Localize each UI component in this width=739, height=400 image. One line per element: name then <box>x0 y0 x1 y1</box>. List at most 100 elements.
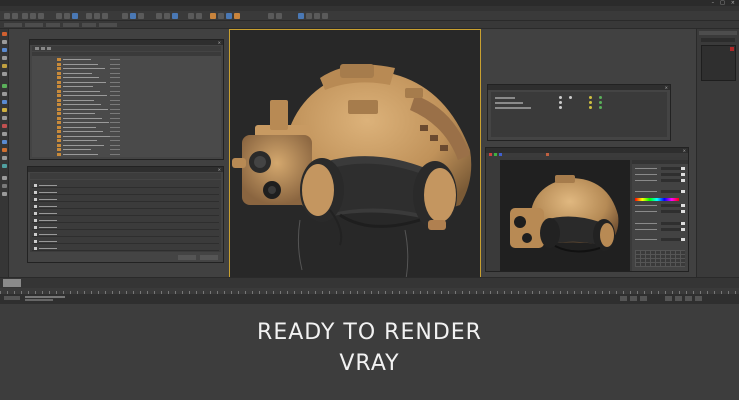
list-item[interactable] <box>495 97 515 99</box>
ribbon-tab[interactable] <box>25 23 43 27</box>
maximize-viewport-icon[interactable] <box>695 296 702 301</box>
file-icon[interactable] <box>57 80 61 84</box>
workspace-icon[interactable] <box>268 13 274 19</box>
list-item[interactable] <box>63 108 108 110</box>
vray-icon[interactable] <box>298 13 304 19</box>
geometry-icon[interactable] <box>2 140 7 144</box>
close-icon[interactable]: × <box>218 40 221 45</box>
undo-icon[interactable] <box>4 13 10 19</box>
ribbon-tab[interactable] <box>63 23 79 27</box>
list-item[interactable] <box>63 77 99 78</box>
align-icon[interactable] <box>164 13 170 19</box>
command-panel-tabs[interactable] <box>699 31 737 35</box>
display-none-icon[interactable] <box>2 92 7 96</box>
vray-lights-icon[interactable] <box>306 13 312 19</box>
file-icon[interactable] <box>57 134 61 138</box>
exposure-slider[interactable] <box>635 167 685 170</box>
file-icon[interactable] <box>57 85 61 88</box>
file-icon[interactable] <box>57 121 61 124</box>
material-editor-window[interactable]: × <box>487 84 671 141</box>
curve-editor-icon[interactable] <box>188 13 194 19</box>
orbit-icon[interactable] <box>685 296 692 301</box>
select-objects-icon[interactable] <box>2 84 7 88</box>
minimize-icon[interactable]: – <box>712 1 715 6</box>
mirror-icon[interactable] <box>156 13 162 19</box>
render-frame-icon[interactable] <box>226 13 232 19</box>
list-item[interactable] <box>63 59 91 60</box>
bind-icon[interactable] <box>38 13 44 19</box>
cancel-button[interactable] <box>200 255 218 260</box>
schematic-view-icon[interactable] <box>196 13 202 19</box>
ribbon-tab[interactable] <box>82 23 96 27</box>
green-channel-icon[interactable] <box>494 153 497 156</box>
file-icon[interactable] <box>57 143 61 147</box>
list-item[interactable] <box>63 68 105 69</box>
layer-row[interactable] <box>32 210 219 216</box>
filter-icon[interactable] <box>2 176 7 180</box>
list-item[interactable] <box>63 72 92 74</box>
list-item[interactable] <box>63 90 100 92</box>
curve-slider[interactable] <box>635 228 685 231</box>
sort-icon[interactable] <box>2 184 7 188</box>
sort-icon[interactable] <box>41 47 45 50</box>
particles-icon[interactable] <box>2 156 7 160</box>
utilities-icon[interactable] <box>2 72 7 76</box>
display-icon[interactable] <box>2 64 7 68</box>
find-icon[interactable] <box>47 47 51 50</box>
cameras-icon[interactable] <box>2 116 7 120</box>
scale-icon[interactable] <box>102 13 108 19</box>
maximize-icon[interactable]: □ <box>720 1 725 6</box>
file-icon[interactable] <box>57 76 61 79</box>
file-icon[interactable] <box>57 58 61 61</box>
red-channel-icon[interactable] <box>489 153 492 156</box>
rotate-icon[interactable] <box>94 13 100 19</box>
layer-row[interactable] <box>32 182 219 188</box>
ribbon-tab[interactable] <box>99 23 117 27</box>
color-swatch[interactable] <box>730 47 734 51</box>
file-icon[interactable] <box>57 94 61 97</box>
file-icon[interactable] <box>57 116 61 120</box>
file-icon[interactable] <box>57 112 61 115</box>
file-icon[interactable] <box>57 62 61 66</box>
lut-slider[interactable] <box>635 238 685 241</box>
render-icon[interactable] <box>234 13 240 19</box>
next-frame-icon[interactable] <box>630 296 637 301</box>
list-item[interactable] <box>63 135 110 137</box>
file-icon[interactable] <box>57 71 61 75</box>
layer-row[interactable] <box>32 238 219 244</box>
list-item[interactable] <box>63 126 96 128</box>
render-icon[interactable] <box>599 101 602 104</box>
render-icon[interactable] <box>599 96 602 99</box>
last-frame-icon[interactable] <box>640 296 647 301</box>
curves-grid[interactable] <box>635 250 685 267</box>
render-setup-icon[interactable] <box>218 13 224 19</box>
visibility-icon[interactable] <box>559 106 562 109</box>
visibility-icon[interactable] <box>559 96 562 99</box>
list-item[interactable] <box>63 122 109 123</box>
list-item[interactable] <box>63 95 107 96</box>
layer-explorer-window[interactable]: × <box>27 166 224 263</box>
file-icon[interactable] <box>57 89 61 93</box>
list-item[interactable] <box>495 107 531 109</box>
move-icon[interactable] <box>86 13 92 19</box>
file-icon[interactable] <box>57 125 61 129</box>
display-all-icon[interactable] <box>2 100 7 104</box>
close-icon[interactable]: × <box>218 167 221 172</box>
redo-icon[interactable] <box>12 13 18 19</box>
play-icon[interactable] <box>620 296 627 301</box>
object-type-dropdown[interactable] <box>701 38 735 42</box>
list-item[interactable] <box>63 63 98 65</box>
vray-camera-icon[interactable] <box>314 13 320 19</box>
visibility-icon[interactable] <box>559 101 562 104</box>
light-bulb-icon[interactable] <box>589 101 592 104</box>
material-preview[interactable] <box>701 45 736 81</box>
select-by-name-icon[interactable] <box>64 13 70 19</box>
vray-frame-buffer-window[interactable]: × <box>485 147 689 272</box>
white-balance-slider[interactable] <box>635 190 685 193</box>
perspective-viewport[interactable] <box>229 29 481 278</box>
file-icon[interactable] <box>57 152 61 156</box>
layer-row[interactable] <box>32 224 219 230</box>
vray-proxy-icon[interactable] <box>322 13 328 19</box>
angle-snap-icon[interactable] <box>130 13 136 19</box>
hierarchy-icon[interactable] <box>2 48 7 52</box>
